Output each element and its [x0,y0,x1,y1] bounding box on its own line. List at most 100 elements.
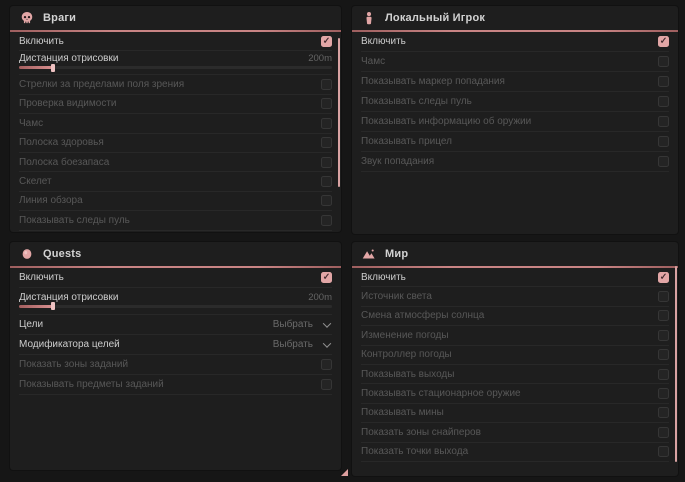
checkbox[interactable] [658,330,669,341]
chevron-down-icon [323,319,331,327]
dropdown-row[interactable]: Цели Выбрать [19,315,332,335]
checkbox-row[interactable]: Полоска здоровья [19,134,332,153]
checkbox[interactable] [321,98,332,109]
checkbox[interactable]: ✓ [658,272,669,283]
checkbox[interactable] [658,407,669,418]
dropdown-row[interactable]: Модификатора целейВыбрать [19,335,332,355]
slider[interactable] [19,305,332,308]
row-label: Включить [361,272,406,283]
checkbox[interactable] [321,137,332,148]
checkbox-row[interactable]: Скелет [19,172,332,191]
checkbox[interactable] [658,369,669,380]
slider-thumb[interactable] [51,302,55,310]
checkbox-row[interactable]: Источник света [361,287,669,306]
dropdown[interactable]: Выбрать [273,339,332,350]
checkbox[interactable] [321,379,332,390]
row-label: Дистанция отрисовки [19,292,118,303]
panel-header[interactable]: Враги [10,6,341,30]
checkbox[interactable] [321,157,332,168]
checkbox-row[interactable]: Изменение погоды [361,326,669,345]
quest-icon [20,247,34,261]
slider-fill [19,66,53,69]
panel-header[interactable]: Quests [10,242,341,266]
checkbox[interactable]: ✓ [321,272,332,283]
row-label: Показывать мины [361,407,444,418]
checkbox-row[interactable]: Смена атмосферы солнца [361,307,669,326]
checkbox-row[interactable]: Включить ✓ [361,268,669,287]
chevron-down-icon [323,339,331,347]
checkbox[interactable] [658,388,669,399]
scrollbar[interactable] [338,38,341,187]
checkbox-row[interactable]: Показывать выходы [361,365,669,384]
checkbox[interactable] [658,116,669,127]
checkbox[interactable] [321,195,332,206]
row-label: Смена атмосферы солнца [361,310,484,321]
slider-fill [19,305,53,308]
checkbox[interactable]: ✓ [658,36,669,47]
checkbox-row[interactable]: Контроллер погоды [361,346,669,365]
checkbox[interactable]: ✓ [321,36,332,47]
checkbox-row[interactable]: Стрелки за пределами поля зрения [19,75,332,94]
checkbox-row[interactable]: Включить ✓ [19,268,332,288]
checkbox[interactable] [658,427,669,438]
checkbox[interactable] [321,176,332,187]
dropdown-value: Выбрать [273,339,313,350]
checkbox[interactable] [658,446,669,457]
cheat-menu-overlay: Враги Включить✓Дистанция отрисовки200mСт… [0,0,685,482]
scrollbar[interactable] [675,266,678,462]
panel-quests: Quests Включить✓Дистанция отрисовки200mЦ… [10,242,341,470]
checkbox[interactable] [658,56,669,67]
checkbox-row[interactable]: Показывать предметы заданий [19,375,332,395]
panel-title: Quests [43,248,82,260]
checkbox-row[interactable]: Звук попадания [361,152,669,172]
checkbox[interactable] [321,359,332,370]
checkbox[interactable] [658,156,669,167]
row-label: Включить [19,272,64,283]
dropdown[interactable]: Выбрать [273,319,332,330]
checkbox[interactable] [658,349,669,360]
checkbox-row[interactable]: Показывать прицел [361,132,669,152]
slider-thumb[interactable] [51,64,55,72]
checkbox-row[interactable]: Показывать мины [361,404,669,423]
checkbox-row[interactable]: Включить✓ [19,32,332,51]
checkbox-row[interactable]: Показать зоны снайперов [361,423,669,442]
checkbox-row[interactable]: Проверка видимости [19,95,332,114]
dropdown-value: Выбрать [273,319,313,330]
checkbox-row[interactable]: Показать точки выхода [361,443,669,462]
checkbox[interactable] [658,76,669,87]
checkbox-row[interactable]: Линия обзора [19,192,332,211]
row-label: Звук попадания [361,156,434,167]
checkbox[interactable] [321,118,332,129]
checkbox[interactable] [321,79,332,90]
panel-body: Включить✓Дистанция отрисовки200m Стрелки … [10,32,341,231]
checkbox-row[interactable]: Включить✓ [361,32,669,52]
checkbox[interactable] [658,291,669,302]
checkbox-row[interactable]: Полоска боезапаса [19,153,332,172]
panel-header[interactable]: Локальный Игрок [352,6,678,30]
row-label: Чамс [19,118,43,129]
slider-row[interactable]: Дистанция отрисовки200m [19,288,332,315]
checkbox-row[interactable]: Чамс [19,114,332,133]
checkbox[interactable] [321,215,332,226]
checkbox-row[interactable]: Показывать стационарное оружие [361,384,669,403]
row-label: Цели [19,319,43,330]
checkbox-row[interactable]: Показывать информацию об оружии [361,112,669,132]
slider-row[interactable]: Дистанция отрисовки200m [19,51,332,75]
row-label: Показывать стационарное оружие [361,388,521,399]
slider[interactable] [19,66,332,69]
row-label: Показывать выходы [361,369,454,380]
resize-handle[interactable] [341,469,348,476]
check-icon: ✓ [660,272,668,281]
checkbox[interactable] [658,96,669,107]
panel-header[interactable]: Мир [352,242,678,266]
checkbox-row[interactable]: Показать зоны заданий [19,355,332,375]
checkbox-row[interactable]: Показывать следы пуль [361,92,669,112]
checkbox[interactable] [658,136,669,147]
row-label: Чамс [361,56,385,67]
checkbox[interactable] [658,310,669,321]
panel-world: Мир Включить ✓ Источник света Смена атмосфе… [352,242,678,476]
checkbox-row[interactable]: Чамс [361,52,669,72]
checkbox-row[interactable]: Показывать следы пуль [19,211,332,230]
checkbox-row[interactable]: Показывать маркер попадания [361,72,669,92]
row-label: Стрелки за пределами поля зрения [19,79,184,90]
